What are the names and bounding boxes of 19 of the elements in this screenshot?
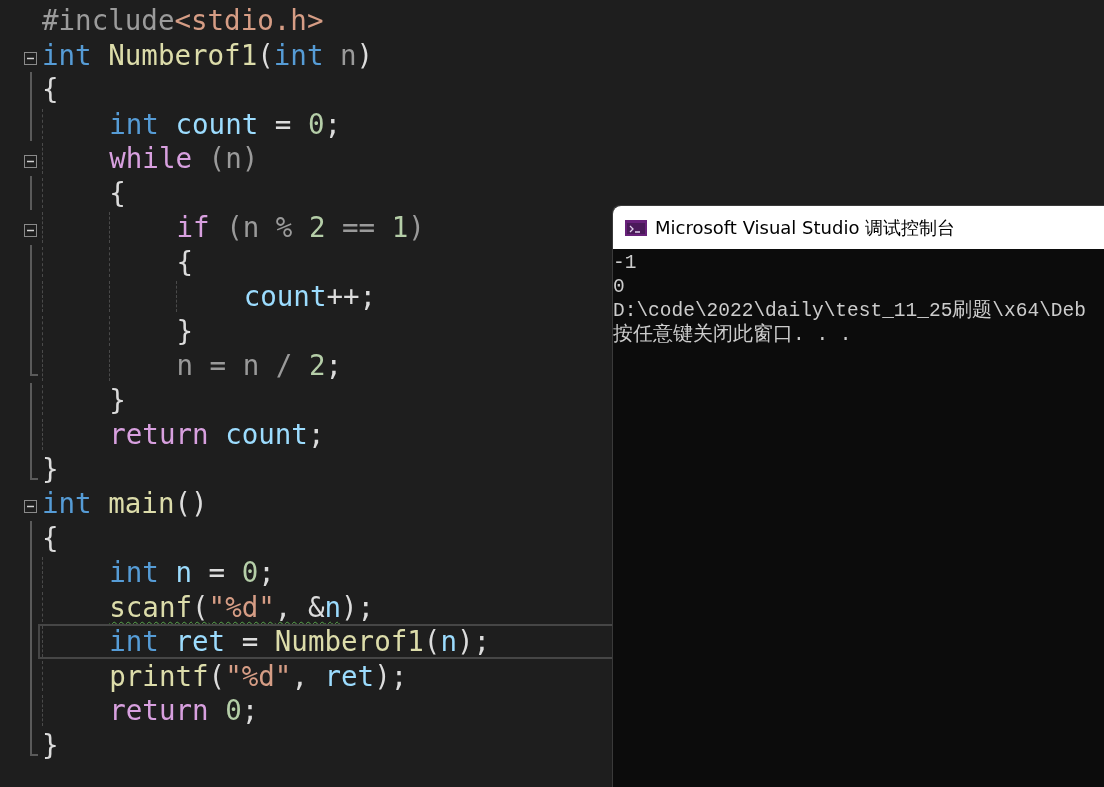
collapse-icon[interactable] <box>24 155 37 168</box>
console-line: D:\code\2022\daily\test_11_25刷题\x64\Deb <box>613 299 1086 323</box>
window-title: Microsoft Visual Studio 调试控制台 <box>655 216 956 240</box>
code-line: int Numberof1(int n) <box>41 37 375 72</box>
console-icon <box>625 219 647 236</box>
collapse-icon[interactable] <box>24 224 37 237</box>
code-line: { <box>41 72 60 107</box>
code-line: int main() <box>41 486 209 521</box>
code-line: } <box>41 727 60 762</box>
code-line: { <box>41 520 60 555</box>
console-line: -1 <box>613 251 637 275</box>
code-line: while (n) <box>38 141 1104 176</box>
code-line: #include<stdio.h> <box>41 3 325 38</box>
console-line: 0 <box>613 275 625 299</box>
code-line: int count = 0; <box>38 106 1104 141</box>
code-line: } <box>41 451 60 486</box>
collapse-icon[interactable] <box>24 51 37 65</box>
collapse-icon[interactable] <box>24 500 37 513</box>
console-line: 按任意键关闭此窗口. . . <box>613 323 852 347</box>
